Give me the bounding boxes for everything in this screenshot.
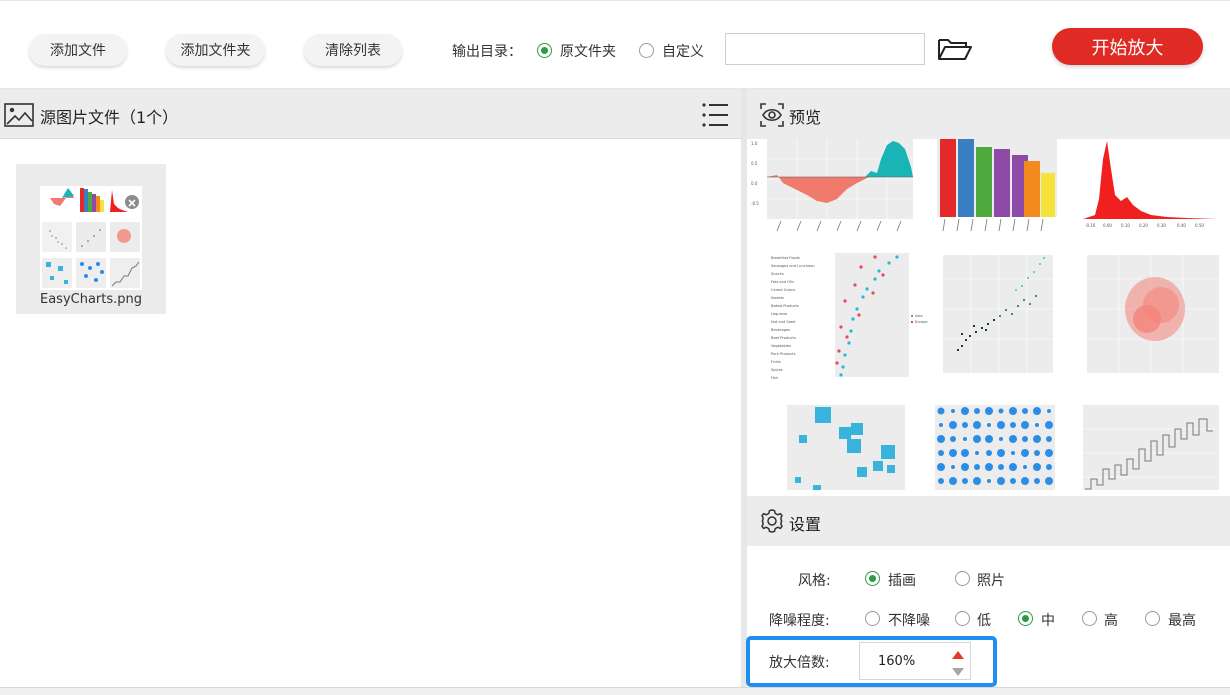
denoise-none-label[interactable]: 不降噪	[888, 610, 930, 630]
open-folder-icon[interactable]	[936, 34, 974, 64]
preview-step-chart	[1083, 405, 1219, 490]
svg-text:0.0: 0.0	[751, 181, 758, 186]
svg-text:0.10: 0.10	[1121, 223, 1130, 228]
remove-file-icon[interactable]	[125, 195, 139, 209]
add-folder-button[interactable]: 添加文件夹	[166, 34, 265, 66]
svg-text:0.40: 0.40	[1177, 223, 1186, 228]
source-files-title: 源图片文件（1个）	[40, 108, 179, 127]
denoise-label: 降噪程度:	[769, 613, 830, 629]
preview-image: 1.0 0.5 0.0 -0.5 -0.16 0.00 0.10 0.20 0.30 0.40 0…	[747, 139, 1230, 490]
svg-text:Fruits: Fruits	[771, 360, 781, 364]
svg-text:Beverages: Beverages	[771, 328, 790, 332]
image-icon	[4, 103, 34, 131]
preview-cloud-scatter	[1087, 255, 1219, 373]
denoise-medium-radio[interactable]	[1018, 611, 1033, 626]
svg-text:0.20: 0.20	[1139, 223, 1148, 228]
start-enlarge-button[interactable]: 开始放大	[1052, 28, 1203, 65]
custom-dir-radio[interactable]	[639, 43, 654, 58]
preview-header: 预览	[747, 89, 1230, 139]
svg-text:0.50: 0.50	[1195, 223, 1204, 228]
scale-label: 放大倍数:	[769, 655, 830, 671]
custom-dir-label[interactable]: 自定义	[662, 41, 704, 61]
denoise-high-label[interactable]: 高	[1104, 610, 1118, 630]
svg-text:0.5: 0.5	[751, 161, 758, 166]
denoise-highest-label[interactable]: 最高	[1168, 610, 1196, 630]
gear-icon	[759, 508, 785, 538]
preview-bar-chart	[937, 139, 1057, 232]
svg-text:Beef Products: Beef Products	[771, 336, 796, 340]
style-photo-label[interactable]: 照片	[977, 570, 1005, 590]
denoise-low-label[interactable]: 低	[977, 610, 991, 630]
svg-text:Fish: Fish	[771, 376, 778, 380]
svg-text:Spices: Spices	[771, 368, 783, 372]
settings-title: 设置	[789, 515, 822, 534]
svg-text:Sausages and Luncheon: Sausages and Luncheon	[771, 264, 815, 268]
output-dir-label: 输出目录：	[452, 44, 522, 60]
preview-area-chart: 1.0 0.5 0.0 -0.5	[751, 139, 913, 232]
svg-text:Snacks: Snacks	[771, 272, 784, 276]
style-illustration-radio[interactable]	[865, 571, 880, 586]
settings-header: 设置	[747, 496, 1230, 546]
preview-square-scatter	[787, 405, 905, 490]
preview-density-chart: -0.16 0.00 0.10 0.20 0.30 0.40 0.50	[1081, 139, 1221, 228]
clear-list-button[interactable]: 清除列表	[304, 34, 402, 66]
denoise-low-radio[interactable]	[955, 611, 970, 626]
svg-text:0.00: 0.00	[1103, 223, 1112, 228]
add-file-button[interactable]: 添加文件	[29, 34, 127, 66]
svg-text:-0.16: -0.16	[1085, 223, 1096, 228]
file-item[interactable]: EasyCharts.png	[16, 164, 166, 314]
denoise-highest-radio[interactable]	[1145, 611, 1160, 626]
eye-icon	[759, 102, 785, 132]
style-label: 风格:	[798, 573, 831, 589]
svg-text:Asia: Asia	[915, 314, 923, 318]
scale-down-icon[interactable]	[951, 662, 965, 681]
svg-text:Vegetables: Vegetables	[771, 344, 791, 348]
svg-text:1.0: 1.0	[751, 141, 758, 146]
toolbar: 添加文件 添加文件夹 清除列表 输出目录： 原文件夹 自定义 开始放大	[0, 0, 1230, 89]
svg-text:Nut and Seed: Nut and Seed	[771, 320, 795, 324]
style-photo-radio[interactable]	[955, 571, 970, 586]
svg-text:Breakfast Foods: Breakfast Foods	[771, 256, 800, 260]
svg-text:0.30: 0.30	[1157, 223, 1166, 228]
preview-bubble-grid	[935, 405, 1055, 490]
svg-text:Pork Products: Pork Products	[771, 352, 796, 356]
denoise-high-radio[interactable]	[1082, 611, 1097, 626]
svg-text:Europe: Europe	[915, 320, 928, 324]
bottom-border	[0, 687, 1230, 695]
svg-text:-0.5: -0.5	[751, 201, 759, 206]
list-view-icon[interactable]	[701, 101, 729, 133]
style-illustration-label[interactable]: 插画	[888, 570, 916, 590]
preview-dot-plot: Breakfast Foods Sausages and Luncheon Snac…	[771, 253, 928, 380]
denoise-medium-label[interactable]: 中	[1041, 610, 1055, 630]
svg-text:Legumes: Legumes	[771, 312, 787, 316]
source-files-header: 源图片文件（1个）	[0, 89, 741, 139]
output-path-input[interactable]	[725, 33, 925, 65]
svg-text:Baked Products: Baked Products	[771, 304, 799, 308]
source-folder-radio[interactable]	[537, 43, 552, 58]
source-folder-label[interactable]: 原文件夹	[560, 41, 616, 61]
svg-text:Cereal Grains: Cereal Grains	[771, 288, 795, 292]
denoise-none-radio[interactable]	[865, 611, 880, 626]
svg-text:Fats and Oils: Fats and Oils	[771, 280, 794, 284]
svg-text:Sweets: Sweets	[771, 296, 784, 300]
preview-title: 预览	[789, 108, 822, 127]
file-name: EasyCharts.png	[39, 292, 143, 307]
preview-scatter-chart	[943, 255, 1053, 373]
